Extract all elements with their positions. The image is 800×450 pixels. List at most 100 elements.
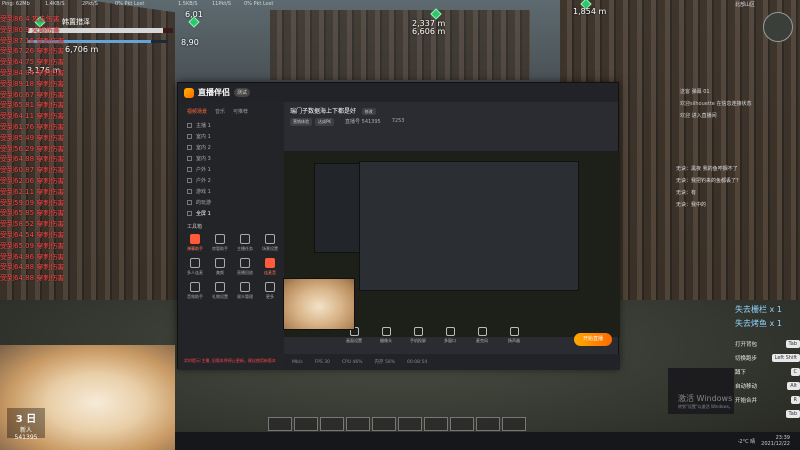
checkbox-icon[interactable]: [187, 123, 192, 128]
toolbar-button[interactable]: 手机投屏: [408, 327, 428, 344]
room-tag[interactable]: 达成PK: [315, 118, 335, 126]
app-badge: 测试: [234, 88, 251, 97]
distance-label: 6,01: [185, 10, 203, 19]
tool-button[interactable]: 观众管理: [234, 282, 256, 300]
checkbox-icon[interactable]: [187, 189, 192, 194]
tool-button[interactable]: 音效助手: [184, 282, 206, 300]
tool-label: 美颜: [216, 270, 224, 275]
toolbar-label: 麦克风: [476, 338, 488, 343]
checkbox-icon[interactable]: [187, 145, 192, 150]
start-stream-button[interactable]: 开始直播: [574, 333, 612, 346]
hotkey-label: 切换跑步: [735, 356, 758, 362]
toolbar-button[interactable]: 麦克风: [472, 327, 492, 344]
tool-icon: [190, 234, 200, 244]
scene-item[interactable]: 室内 2: [187, 142, 278, 153]
checkbox-icon[interactable]: [187, 156, 192, 161]
tool-label: 房管助手: [212, 246, 228, 251]
checkbox-icon[interactable]: [187, 134, 192, 139]
hotkey-key: Alt: [787, 382, 800, 390]
app-titlebar[interactable]: 直播伴侣 测试: [178, 83, 618, 102]
toolbar-button[interactable]: 摄像头: [376, 327, 396, 344]
tool-label: 场景设置: [262, 246, 278, 251]
scene-item[interactable]: 游戏 1: [187, 186, 278, 197]
hotbar-slot[interactable]: [294, 417, 318, 431]
tool-button[interactable]: 连麦音: [259, 258, 281, 276]
tool-button[interactable]: 多人连麦: [184, 258, 206, 276]
scene-label: 主播 1: [196, 123, 211, 129]
hotkey-key: Left Shift: [771, 354, 800, 362]
tool-button[interactable]: 美颜: [209, 258, 231, 276]
scene-item[interactable]: 室内 1: [187, 131, 278, 142]
hotbar-slot[interactable]: [476, 417, 500, 431]
hotbar-slot[interactable]: [502, 417, 526, 431]
chat-user: 无诀：: [676, 178, 692, 184]
scene-item[interactable]: 户外 1: [187, 164, 278, 175]
damage-log-line: 受到58.52 穿刺伤害: [0, 220, 65, 229]
damage-log: 受到86.4 攻击伤害 受到80.9 火焰伤害 受到87.16 穿刺伤害 受到67.2…: [0, 14, 70, 284]
status-item: CPU 46%: [341, 359, 363, 365]
watermark-line-1: 激活 Windows: [678, 394, 733, 403]
toolbar-label: 画面设置: [346, 338, 362, 343]
scene-item[interactable]: 全屏 1: [187, 208, 278, 219]
edit-room-button[interactable]: 修改: [361, 108, 376, 115]
tool-button[interactable]: 场景设置: [259, 234, 281, 252]
checkbox-icon[interactable]: [187, 167, 192, 172]
checkbox-icon[interactable]: [187, 200, 192, 205]
scene-item[interactable]: 户外 2: [187, 175, 278, 186]
damage-log-line: 受到59.09 穿刺伤害: [0, 198, 65, 207]
checkbox-icon[interactable]: [187, 178, 192, 183]
tool-label: 连麦音: [264, 270, 276, 275]
hotbar-slot[interactable]: [398, 417, 422, 431]
damage-log-line: 受到64.86 穿刺伤害: [0, 252, 65, 261]
tool-icon: [265, 258, 275, 268]
hotbar-slot[interactable]: [320, 417, 344, 431]
warning-text: 实时提示:主播, 旧版本将停止更新，建议使用新版本: [184, 358, 276, 363]
chat-line: 欢迎silhouette 在信息连接状态: [680, 100, 800, 112]
scene-label: 室内 1: [196, 134, 211, 140]
damage-log-line: 受到87.16 穿刺伤害: [0, 36, 65, 45]
toolbar-icon: [381, 327, 391, 336]
tool-label: 直播回放: [237, 270, 253, 275]
hotbar: [268, 417, 526, 431]
chat-overlay-2: 无诀：黑夜 我的鱼咋搁不了 无诀：我把钓来的鱼都丢了？ 无诀：有 无诀：我中的: [676, 165, 796, 213]
distance-label: 6,606 m: [412, 27, 446, 36]
hotkey-label: 开始合并: [735, 398, 758, 404]
tool-button[interactable]: 礼物设置: [209, 282, 231, 300]
region-label: 北部山区: [735, 2, 756, 8]
tab-recommend[interactable]: 可推荐: [233, 108, 248, 115]
tool-button[interactable]: 主播任务: [234, 234, 256, 252]
hotbar-slot[interactable]: [424, 417, 448, 431]
hotbar-slot[interactable]: [450, 417, 474, 431]
tool-button[interactable]: 弹幕助手: [184, 234, 206, 252]
scene-item[interactable]: 室内 3: [187, 153, 278, 164]
streaming-app-window[interactable]: 直播伴侣 测试 视频场景 音乐 可推荐 主播 1 室内 1 室内 2 室内 3 户外 1…: [177, 82, 620, 370]
activation-watermark: 激活 Windows 转到"设置"以激活 Windows。: [678, 393, 733, 410]
webcam-badge-small: 新人: [19, 427, 32, 434]
toolbar-button[interactable]: 多窗口: [440, 327, 460, 344]
room-tag[interactable]: 营销体验: [290, 118, 312, 126]
scene-item[interactable]: 的玩游: [187, 197, 278, 208]
hotbar-slot[interactable]: [268, 417, 292, 431]
room-title: 瑞门子数据海上下都是好: [290, 108, 357, 115]
hotbar-slot[interactable]: [372, 417, 396, 431]
tool-icon: [265, 282, 275, 292]
damage-log-line: 受到84.04 穿刺伤害: [0, 68, 65, 77]
scene-item[interactable]: 主播 1: [187, 120, 278, 131]
hotbar-slot[interactable]: [346, 417, 370, 431]
hotkey-panel: 打开背包 Tab 切换跑步 Left Shift 蹲下 C 自动移动 Alt 开始合并 R Tab: [735, 337, 800, 421]
checkbox-icon[interactable]: [187, 211, 192, 216]
tab-scenes[interactable]: 视频场景: [187, 108, 207, 115]
distance-label: 1,854 m: [573, 7, 607, 16]
chat-user: 送客: [680, 89, 691, 95]
tool-button[interactable]: 直播回放: [234, 258, 256, 276]
camera-thumbnail[interactable]: [283, 278, 355, 330]
toolbar-button[interactable]: 扬声器: [504, 327, 524, 344]
tab-music[interactable]: 音乐: [215, 108, 225, 115]
tool-button[interactable]: 房管助手: [209, 234, 231, 252]
clock[interactable]: 23:39 2021/12/22: [761, 435, 790, 447]
chat-user: 欢迎silhouette: [680, 101, 715, 107]
status-item: 00:08:54: [406, 359, 428, 365]
tools-title: 工具箱: [187, 224, 203, 230]
tool-button[interactable]: 更多: [259, 282, 281, 300]
damage-log-line: 受到64.54 穿刺伤害: [0, 230, 65, 239]
